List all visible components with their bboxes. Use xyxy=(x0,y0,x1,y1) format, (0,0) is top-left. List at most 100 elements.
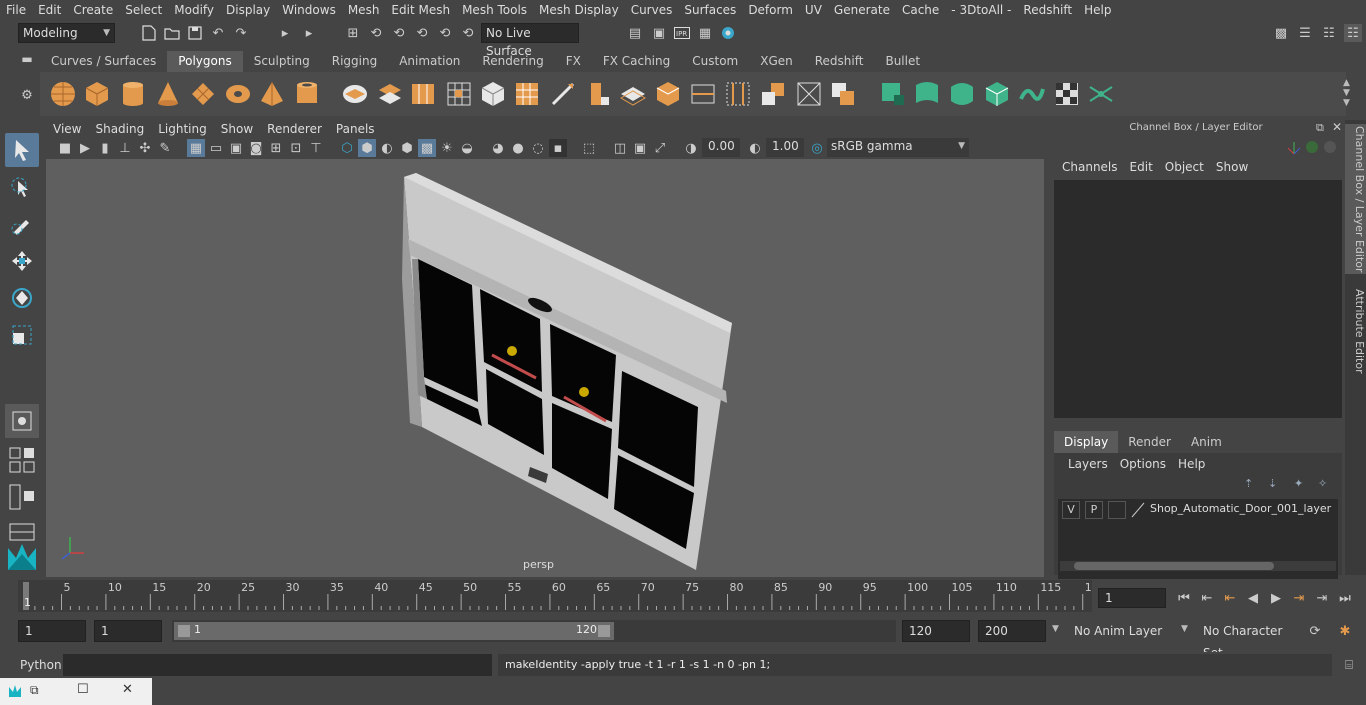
exposure-icon[interactable]: ◑ xyxy=(682,139,700,157)
menu-surfaces[interactable]: Surfaces xyxy=(678,3,742,17)
go-to-start-icon[interactable]: ⏮ xyxy=(1175,589,1193,607)
menu-mesh-tools[interactable]: Mesh Tools xyxy=(456,3,533,17)
animation-preferences-icon[interactable]: ✱ xyxy=(1336,622,1354,640)
safe-title-icon[interactable]: ⊤ xyxy=(307,139,325,157)
anti-aliasing-icon[interactable]: ◌ xyxy=(529,139,547,157)
uv-planar-icon[interactable] xyxy=(878,79,908,109)
layer-row[interactable]: V P Shop_Automatic_Door_001_layer xyxy=(1060,501,1336,519)
save-scene-icon[interactable] xyxy=(186,24,204,42)
poly-pipe-icon[interactable] xyxy=(292,79,322,109)
toggle-channel-box-icon[interactable]: ☷ xyxy=(1344,24,1362,42)
hypershade-icon[interactable] xyxy=(719,24,737,42)
new-layer-icon[interactable]: ✦ xyxy=(1294,477,1303,490)
menu-edit[interactable]: Edit xyxy=(32,3,67,17)
smooth-shade-icon[interactable]: ⬢ xyxy=(358,139,376,157)
poly-cone-icon[interactable] xyxy=(153,79,183,109)
panel-menu-view[interactable]: View xyxy=(46,122,88,136)
shelf-tab-redshift[interactable]: Redshift xyxy=(804,51,875,72)
image-plane-icon[interactable]: ⊥ xyxy=(116,139,134,157)
shelf-tab-rendering[interactable]: Rendering xyxy=(471,51,554,72)
isolate-select-icon[interactable]: ⬚ xyxy=(580,139,598,157)
object-menu[interactable]: Object xyxy=(1159,160,1210,174)
select-by-object-icon[interactable]: ▸ xyxy=(300,24,318,42)
field-chart-icon[interactable]: ⊞ xyxy=(267,139,285,157)
extrude-icon[interactable] xyxy=(583,79,613,109)
menu-windows[interactable]: Windows xyxy=(276,3,342,17)
insert-edge-loop-icon[interactable] xyxy=(688,79,718,109)
redo-icon[interactable]: ↷ xyxy=(232,24,250,42)
wireframe-icon[interactable]: ⬡ xyxy=(338,139,356,157)
menu-redshift[interactable]: Redshift xyxy=(1017,3,1078,17)
motion-blur-icon[interactable]: ● xyxy=(509,139,527,157)
shelf-tab-polygons[interactable]: Polygons xyxy=(167,51,243,72)
menu-display[interactable]: Display xyxy=(220,3,276,17)
live-surface-field[interactable]: No Live Surface xyxy=(481,23,579,58)
time-slider[interactable]: 5 10 15 20 25 30 35 40 45 50 55 60 65 70 75 80 85 90 95 100… xyxy=(18,580,1092,612)
xray-icon[interactable]: ◫ xyxy=(611,139,629,157)
ipr-render-icon[interactable]: IPR xyxy=(673,24,691,42)
uv-checker-icon[interactable] xyxy=(1052,79,1082,109)
layer-name[interactable]: Shop_Automatic_Door_001_layer xyxy=(1150,502,1331,515)
show-menu[interactable]: Show xyxy=(1210,160,1254,174)
scrollbar-thumb[interactable] xyxy=(1074,562,1274,570)
close-icon[interactable]: ✕ xyxy=(1332,120,1342,134)
xray-joints-icon[interactable]: ▣ xyxy=(631,139,649,157)
safe-action-icon[interactable]: ⊡ xyxy=(287,139,305,157)
four-view-layout-icon[interactable] xyxy=(5,443,39,477)
manipulator-icon[interactable] xyxy=(1286,140,1302,156)
layer-display-type-toggle[interactable] xyxy=(1108,501,1126,519)
channel-list[interactable] xyxy=(1054,180,1342,418)
panel-menu-shading[interactable]: Shading xyxy=(88,122,151,136)
step-back-key-icon[interactable]: ⇤ xyxy=(1198,589,1216,607)
menu-cache[interactable]: Cache xyxy=(896,3,945,17)
mirror-icon[interactable] xyxy=(478,79,508,109)
play-backwards-icon[interactable]: ◀ xyxy=(1244,589,1262,607)
merge-icon[interactable] xyxy=(758,79,788,109)
lasso-tool-icon[interactable] xyxy=(5,170,39,204)
hyperbolic-icon[interactable] xyxy=(1324,141,1336,153)
range-end-handle[interactable] xyxy=(598,625,610,637)
offset-edge-loop-icon[interactable] xyxy=(723,79,753,109)
side-tab-channel-box[interactable]: Channel Box / Layer Editor xyxy=(1345,124,1366,274)
speed-icon[interactable] xyxy=(1306,141,1318,153)
make-live-icon[interactable]: ⟲ xyxy=(459,24,477,42)
channels-menu[interactable]: Channels xyxy=(1056,160,1124,174)
shadows-icon[interactable]: ◒ xyxy=(458,139,476,157)
anim-layer-dropdown[interactable]: No Anim Layer xyxy=(1068,620,1178,642)
multi-cut-icon[interactable] xyxy=(548,79,578,109)
outliner-layout-icon[interactable] xyxy=(5,480,39,514)
step-forward-key-icon[interactable]: ⇥ xyxy=(1313,589,1331,607)
gamma-icon[interactable]: ◐ xyxy=(746,139,764,157)
panel-menu-lighting[interactable]: Lighting xyxy=(151,122,214,136)
poly-cube-icon[interactable] xyxy=(82,79,112,109)
select-by-hierarchy-icon[interactable]: ▸ xyxy=(276,24,294,42)
menu-create[interactable]: Create xyxy=(67,3,119,17)
target-weld-icon[interactable] xyxy=(794,79,824,109)
screen-space-ao-icon[interactable]: ◕ xyxy=(489,139,507,157)
move-layer-up-icon[interactable]: ⇡ xyxy=(1244,477,1253,490)
playback-start-field[interactable]: 1 xyxy=(94,620,162,642)
color-space-dropdown[interactable]: sRGB gamma ▼ xyxy=(827,138,969,157)
range-start-handle[interactable] xyxy=(178,625,190,637)
command-input[interactable] xyxy=(63,654,492,676)
restore-icon[interactable]: ⧉ xyxy=(30,683,39,698)
bridge-icon[interactable] xyxy=(618,79,648,109)
camera-icon[interactable]: ■ xyxy=(56,139,74,157)
panel-menu-show[interactable]: Show xyxy=(214,122,260,136)
menu-edit-mesh[interactable]: Edit Mesh xyxy=(385,3,456,17)
render-frame-icon[interactable]: ▣ xyxy=(650,24,668,42)
shelf-tab-fx[interactable]: FX xyxy=(555,51,592,72)
snap-view-plane-icon[interactable]: ⟲ xyxy=(413,24,431,42)
range-slider-bar[interactable]: 1 120 xyxy=(174,622,614,640)
rotate-tool-icon[interactable] xyxy=(5,281,39,315)
shelf-tab-fx-caching[interactable]: FX Caching xyxy=(592,51,681,72)
gamma-field[interactable]: 1.00 xyxy=(766,138,804,157)
shelf-tab-custom[interactable]: Custom xyxy=(681,51,749,72)
menu-mesh-display[interactable]: Mesh Display xyxy=(533,3,625,17)
uv-spherical-icon[interactable] xyxy=(947,79,977,109)
film-gate-icon[interactable]: ▭ xyxy=(207,139,225,157)
separate-icon[interactable] xyxy=(375,79,405,109)
workspace-icon[interactable]: ▩ xyxy=(1272,24,1290,42)
shelf-tab-animation[interactable]: Animation xyxy=(388,51,471,72)
menu-file[interactable]: File xyxy=(0,3,32,17)
